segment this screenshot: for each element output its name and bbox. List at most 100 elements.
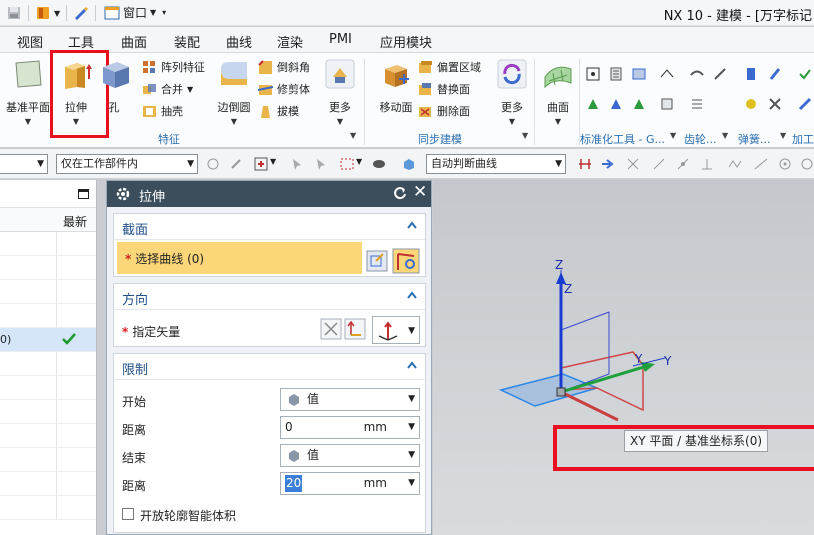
window-menu[interactable]: 窗口 ▼ ▾ <box>104 4 166 21</box>
selection-scope-dropdown[interactable]: 仅在工作部件内 ▼ <box>56 154 198 174</box>
list-item[interactable] <box>0 472 96 496</box>
snap-arrow-icon[interactable] <box>601 157 615 171</box>
list-item[interactable] <box>0 256 96 280</box>
snap-midpoint-icon[interactable] <box>676 157 690 171</box>
customize-icon[interactable]: ▾ <box>162 8 166 17</box>
curve-select-icon[interactable] <box>392 248 420 274</box>
std-tool-2-icon[interactable] <box>609 67 623 81</box>
vector-dialog-icon[interactable] <box>344 318 366 340</box>
multi-pick-icon[interactable] <box>314 157 328 171</box>
spring-tool-1-icon[interactable] <box>744 67 758 81</box>
machining-tool-icon[interactable] <box>798 67 812 81</box>
pattern-feature-button[interactable]: 阵列特征 <box>142 57 205 77</box>
select-target-icon[interactable] <box>254 157 268 171</box>
list-item[interactable] <box>0 448 96 472</box>
close-icon[interactable]: ✕ <box>413 183 427 201</box>
spring-tool-3-icon[interactable] <box>744 97 758 111</box>
vector-type-dropdown[interactable]: ▼ <box>372 316 420 344</box>
chevron-down-icon[interactable]: ▼ <box>54 9 60 18</box>
gear-tool-4-icon[interactable] <box>660 97 674 111</box>
std-tools-expand-icon[interactable]: ▼ <box>670 131 676 140</box>
snap-filter-icon[interactable] <box>206 157 220 171</box>
snap-perpendicular-icon[interactable] <box>700 157 714 171</box>
end-distance-input[interactable]: 20 mm ▼ <box>280 472 420 495</box>
gear-tool-1-icon[interactable] <box>660 67 674 81</box>
draft-button[interactable]: 拔模 <box>258 101 299 121</box>
std-tool-3-icon[interactable] <box>632 67 646 81</box>
move-face-button[interactable]: 移动面 <box>370 57 422 127</box>
list-item[interactable] <box>0 280 96 304</box>
chevron-down-icon[interactable]: ▼ <box>408 417 415 438</box>
save-icon[interactable] <box>6 5 22 21</box>
gear-tool-3-icon[interactable] <box>713 67 727 81</box>
more-sync-button[interactable]: 更多 ▼ <box>490 57 534 127</box>
tab-assembly[interactable]: 装配 <box>174 32 200 51</box>
datum-plane-button[interactable]: 基准平面 ▼ <box>2 57 54 127</box>
list-item[interactable] <box>0 352 96 376</box>
machining-tool-2-icon[interactable] <box>798 97 812 111</box>
hole-button[interactable]: 孔 <box>92 57 136 127</box>
surface-button[interactable]: 曲面 ▼ <box>538 57 578 127</box>
chevron-up-icon[interactable] <box>407 221 417 231</box>
std-tool-4-icon[interactable] <box>586 97 600 111</box>
start-distance-input[interactable]: 0 mm ▼ <box>280 416 420 439</box>
snap-center-icon[interactable] <box>778 157 792 171</box>
type-filter-dropdown[interactable]: ▼ <box>0 154 48 174</box>
reverse-direction-icon[interactable] <box>320 318 342 340</box>
std-tool-6-icon[interactable] <box>632 97 646 111</box>
gear-tool-2-icon[interactable] <box>690 67 704 81</box>
std-tool-5-icon[interactable] <box>609 97 623 111</box>
replace-face-button[interactable]: 替换面 <box>418 79 470 99</box>
list-item[interactable] <box>0 376 96 400</box>
spring-tool-2-icon[interactable] <box>768 67 782 81</box>
list-item[interactable] <box>0 304 96 328</box>
end-type-dropdown[interactable]: 值 ▼ <box>280 444 420 467</box>
chevron-down-icon[interactable]: ▼ <box>270 157 276 166</box>
edge-blend-button[interactable]: 边倒圆 ▼ <box>208 57 260 127</box>
limits-group-header[interactable]: 限制 <box>114 354 425 380</box>
chevron-up-icon[interactable] <box>407 291 417 301</box>
rectangle-select-icon[interactable] <box>340 157 354 171</box>
chamfer-button[interactable]: 倒斜角 <box>258 57 310 77</box>
snap-tangent-icon[interactable] <box>754 157 768 171</box>
reset-icon[interactable] <box>393 186 407 200</box>
more-feature-button[interactable]: 更多 ▼ <box>318 57 362 127</box>
list-item[interactable] <box>0 496 96 520</box>
sketch-section-icon[interactable] <box>366 250 388 272</box>
snap-quadrant-icon[interactable] <box>800 157 814 171</box>
select-curve-row[interactable]: * 选择曲线 (0) <box>117 242 362 274</box>
pen-icon[interactable] <box>73 5 89 21</box>
trim-body-button[interactable]: 修剪体 <box>258 79 310 99</box>
snap-line-icon[interactable] <box>652 157 666 171</box>
filter-arrow-icon[interactable] <box>230 157 244 171</box>
direction-group-header[interactable]: 方向 <box>114 284 425 310</box>
curve-rule-dropdown[interactable]: 自动判断曲线 ▼ <box>426 154 566 174</box>
tab-surface[interactable]: 曲面 <box>121 32 147 51</box>
open-profile-checkbox[interactable] <box>122 508 134 520</box>
datum-csys[interactable] <box>433 180 814 535</box>
list-item[interactable] <box>0 400 96 424</box>
feature-group-expand-icon[interactable]: ▼ <box>350 131 356 140</box>
tab-render[interactable]: 渲染 <box>277 32 303 51</box>
combine-button[interactable]: 合并 ▼ <box>142 79 193 99</box>
tab-view[interactable]: 视图 <box>17 32 43 51</box>
delete-face-button[interactable]: 删除面 <box>418 101 470 121</box>
solid-body-icon[interactable] <box>402 157 416 171</box>
tab-curve[interactable]: 曲线 <box>226 32 252 51</box>
snap-control-point-icon[interactable] <box>728 157 742 171</box>
spring-tool-4-icon[interactable] <box>768 97 782 111</box>
section-group-header[interactable]: 截面 <box>114 214 425 240</box>
chevron-down-icon[interactable]: ▼ <box>408 473 415 494</box>
gear-icon[interactable] <box>115 186 131 202</box>
tab-pmi[interactable]: PMI <box>329 32 352 47</box>
chevron-down-icon[interactable]: ▼ <box>356 157 362 166</box>
book-icon[interactable] <box>35 5 51 21</box>
gear-group-expand-icon[interactable]: ▼ <box>722 131 728 140</box>
gear-tool-5-icon[interactable] <box>690 97 704 111</box>
list-item-selected[interactable]: 0) <box>0 328 96 352</box>
sync-group-expand-icon[interactable]: ▼ <box>522 131 528 140</box>
tab-application[interactable]: 应用模块 <box>380 32 432 51</box>
snap-intersect-icon[interactable] <box>626 157 640 171</box>
snap-endpoint-icon[interactable] <box>578 157 592 171</box>
chevron-up-icon[interactable] <box>407 361 417 371</box>
